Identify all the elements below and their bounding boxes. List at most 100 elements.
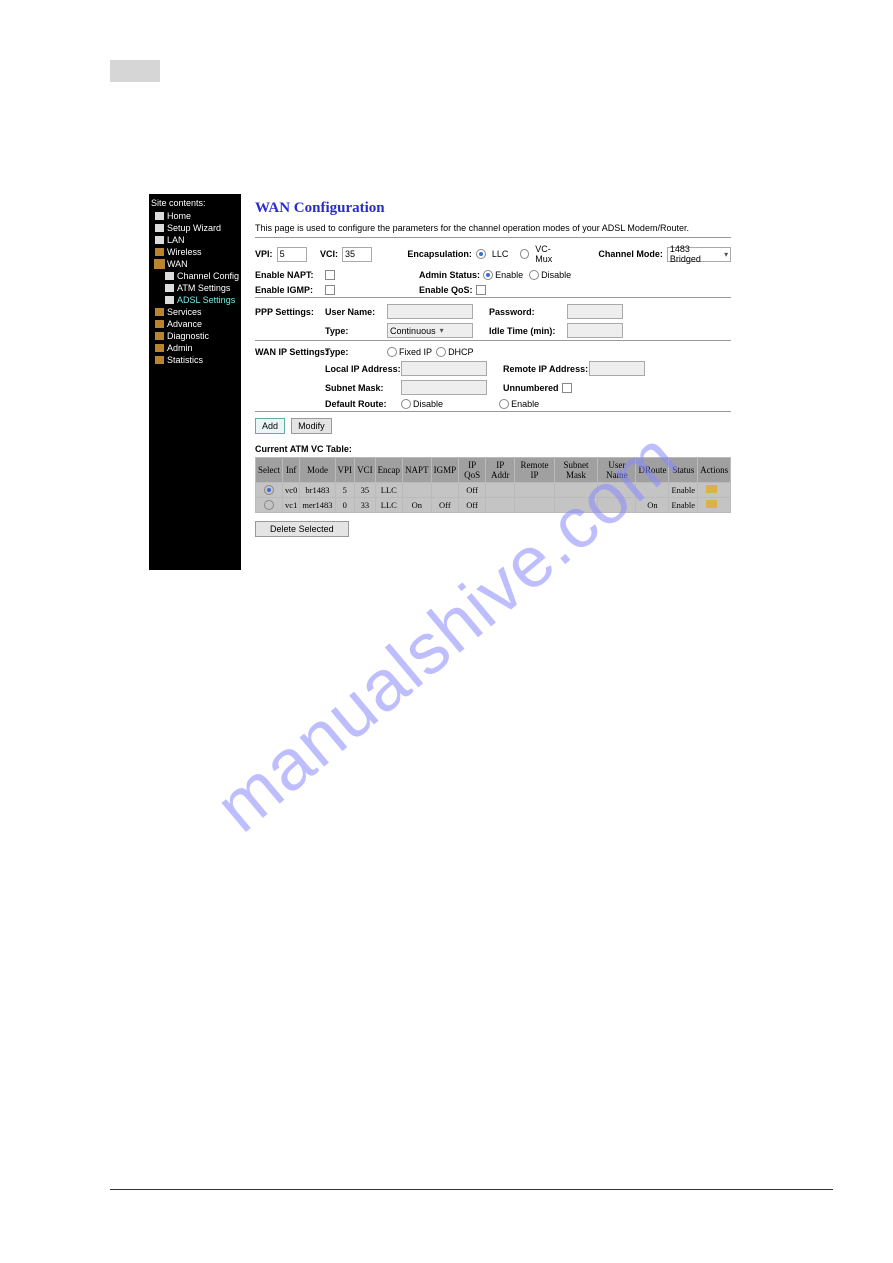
divider xyxy=(255,340,731,341)
remote-ip-label: Remote IP Address: xyxy=(503,364,589,374)
ppp-password-input[interactable] xyxy=(567,304,623,319)
sidebar-item-wan[interactable]: WAN xyxy=(151,258,239,270)
header-grey-block xyxy=(110,60,160,82)
sidebar-item-advance[interactable]: Advance xyxy=(151,318,239,330)
channel-mode-select[interactable]: 1483 Bridged▾ xyxy=(667,247,731,262)
row-select-radio[interactable] xyxy=(264,485,274,495)
napt-label: Enable NAPT: xyxy=(255,270,325,280)
droute-enable-label: Enable xyxy=(511,399,539,409)
encap-vcmux-label: VC-Mux xyxy=(535,244,565,264)
th-vpi: VPI xyxy=(335,458,355,483)
idle-time-label: Idle Time (min): xyxy=(489,326,567,336)
th-encap: Encap xyxy=(375,458,403,483)
vci-input[interactable] xyxy=(342,247,372,262)
th-napt: NAPT xyxy=(403,458,432,483)
folder-icon xyxy=(155,320,164,328)
sidebar: Site contents: Home Setup Wizard LAN Wir… xyxy=(149,194,241,570)
remote-ip-input[interactable] xyxy=(589,361,645,376)
modify-button[interactable]: Modify xyxy=(291,418,332,434)
th-inf: Inf xyxy=(283,458,300,483)
th-ipqos: IP QoS xyxy=(459,458,486,483)
page-icon xyxy=(165,272,174,280)
napt-checkbox[interactable] xyxy=(325,270,335,280)
sidebar-item-statistics[interactable]: Statistics xyxy=(151,354,239,366)
encap-vcmux-radio[interactable] xyxy=(520,249,529,259)
subnet-label: Subnet Mask: xyxy=(325,383,401,393)
divider xyxy=(255,237,731,238)
ppp-type-select[interactable]: Continuous▾ xyxy=(387,323,473,338)
ppp-user-input[interactable] xyxy=(387,304,473,319)
qos-label: Enable QoS: xyxy=(419,285,473,295)
ppp-user-label: User Name: xyxy=(325,307,387,317)
admin-enable-label: Enable xyxy=(495,270,523,280)
igmp-checkbox[interactable] xyxy=(325,285,335,295)
page-icon xyxy=(155,224,164,232)
encap-label: Encapsulation: xyxy=(407,249,472,259)
fixedip-radio[interactable] xyxy=(387,347,397,357)
vpi-input[interactable] xyxy=(277,247,307,262)
ppp-section-label: PPP Settings: xyxy=(255,307,325,317)
content-panel: WAN Configuration This page is used to c… xyxy=(241,194,745,570)
admin-disable-radio[interactable] xyxy=(529,270,539,280)
admin-status-label: Admin Status: xyxy=(419,270,480,280)
subnet-input[interactable] xyxy=(401,380,487,395)
page-icon xyxy=(165,296,174,304)
droute-disable-radio[interactable] xyxy=(401,399,411,409)
wanip-section-label: WAN IP Settings: xyxy=(255,347,325,357)
channel-mode-label: Channel Mode: xyxy=(598,249,663,259)
vci-label: VCI: xyxy=(320,249,338,259)
sidebar-item-lan[interactable]: LAN xyxy=(151,234,239,246)
sidebar-item-home[interactable]: Home xyxy=(151,210,239,222)
th-vci: VCI xyxy=(355,458,376,483)
page-icon xyxy=(165,284,174,292)
delete-selected-button[interactable]: Delete Selected xyxy=(255,521,349,537)
folder-icon xyxy=(155,356,164,364)
folder-icon xyxy=(155,332,164,340)
encap-llc-radio[interactable] xyxy=(476,249,486,259)
vpi-label: VPI: xyxy=(255,249,273,259)
admin-disable-label: Disable xyxy=(541,270,571,280)
add-button[interactable]: Add xyxy=(255,418,285,434)
chevron-down-icon: ▾ xyxy=(440,326,444,335)
edit-icon[interactable] xyxy=(706,500,722,508)
droute-enable-radio[interactable] xyxy=(499,399,509,409)
sidebar-item-atm-settings[interactable]: ATM Settings xyxy=(151,282,239,294)
sidebar-item-wireless[interactable]: Wireless xyxy=(151,246,239,258)
th-mode: Mode xyxy=(300,458,335,483)
sidebar-item-diagnostic[interactable]: Diagnostic xyxy=(151,330,239,342)
divider xyxy=(255,411,731,412)
unnumbered-checkbox[interactable] xyxy=(562,383,572,393)
chevron-down-icon: ▾ xyxy=(724,250,728,259)
page-title: WAN Configuration xyxy=(255,200,731,217)
admin-enable-radio[interactable] xyxy=(483,270,493,280)
th-ipaddr: IP Addr xyxy=(486,458,515,483)
folder-open-icon xyxy=(155,260,164,268)
sidebar-item-channel-config[interactable]: Channel Config xyxy=(151,270,239,282)
igmp-label: Enable IGMP: xyxy=(255,285,325,295)
folder-icon xyxy=(155,308,164,316)
sidebar-title: Site contents: xyxy=(151,198,239,208)
edit-icon[interactable] xyxy=(706,485,722,493)
th-select: Select xyxy=(256,458,283,483)
footer-rule xyxy=(110,1189,833,1190)
page-icon xyxy=(155,236,164,244)
th-remoteip: Remote IP xyxy=(515,458,554,483)
local-ip-input[interactable] xyxy=(401,361,487,376)
qos-checkbox[interactable] xyxy=(476,285,486,295)
wanip-type-label: Type: xyxy=(325,347,387,357)
ppp-type-label: Type: xyxy=(325,326,387,336)
row-select-radio[interactable] xyxy=(264,500,274,510)
sidebar-item-adsl-settings[interactable]: ADSL Settings xyxy=(151,294,239,306)
sidebar-item-services[interactable]: Services xyxy=(151,306,239,318)
dhcp-label: DHCP xyxy=(448,347,474,357)
unnumbered-label: Unnumbered xyxy=(503,383,559,393)
sidebar-item-admin[interactable]: Admin xyxy=(151,342,239,354)
local-ip-label: Local IP Address: xyxy=(325,364,401,374)
droute-disable-label: Disable xyxy=(413,399,443,409)
dhcp-radio[interactable] xyxy=(436,347,446,357)
idle-time-input[interactable] xyxy=(567,323,623,338)
sidebar-item-setup-wizard[interactable]: Setup Wizard xyxy=(151,222,239,234)
encap-llc-label: LLC xyxy=(492,249,509,259)
folder-icon xyxy=(155,248,164,256)
page-description: This page is used to configure the param… xyxy=(255,223,731,233)
